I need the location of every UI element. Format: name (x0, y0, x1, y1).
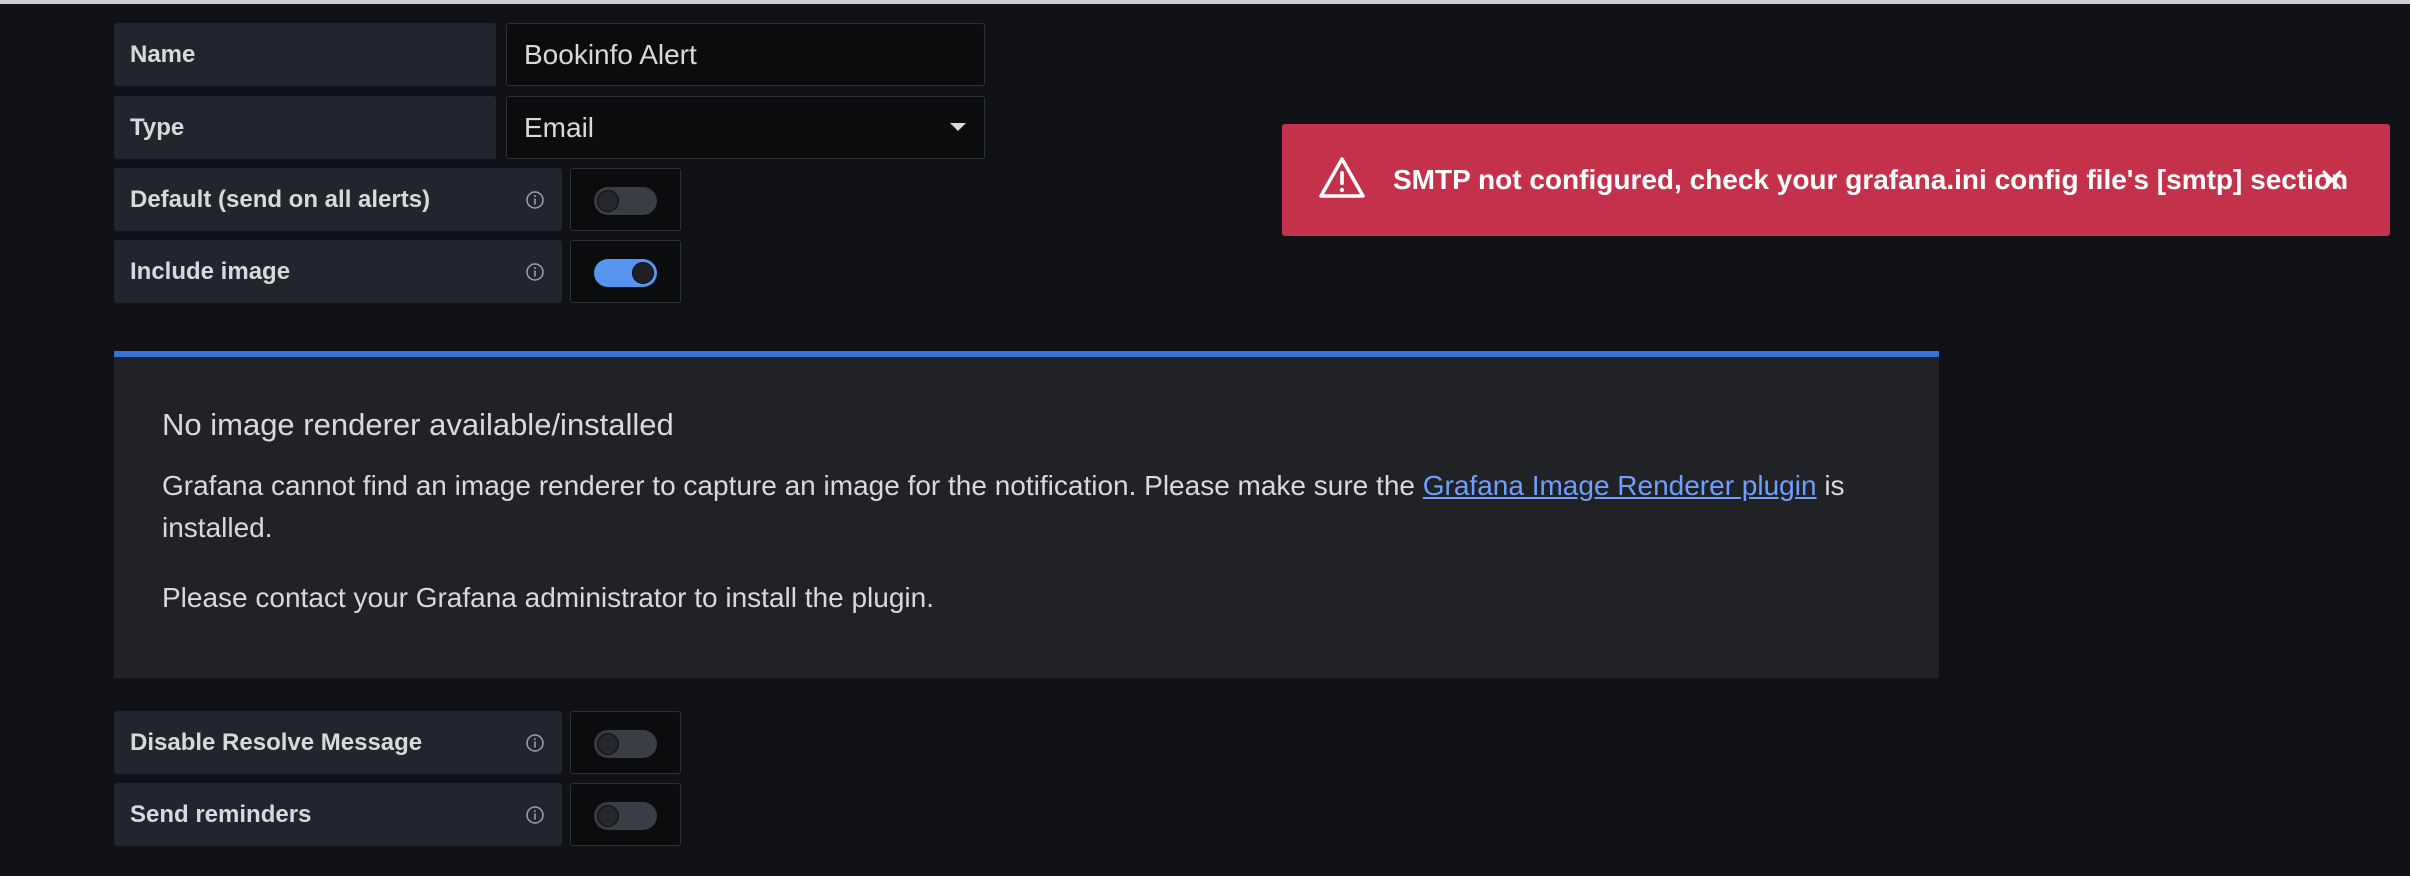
renderer-notice-panel: No image renderer available/installed Gr… (114, 351, 1939, 678)
disable-resolve-label-text: Disable Resolve Message (130, 728, 423, 756)
switch-track (594, 802, 657, 830)
name-input[interactable]: Bookinfo Alert (506, 23, 985, 86)
switch-track (594, 730, 657, 758)
default-alerts-toggle[interactable] (570, 168, 681, 231)
top-border (0, 0, 2410, 4)
switch-track (594, 259, 657, 287)
info-icon[interactable] (525, 190, 545, 210)
send-reminders-row: Send reminders (114, 783, 681, 846)
include-image-toggle[interactable] (570, 240, 681, 303)
include-image-label: Include image (114, 240, 562, 303)
send-reminders-label: Send reminders (114, 783, 562, 846)
type-row: Type Email (114, 96, 985, 159)
type-select[interactable]: Email (506, 96, 985, 159)
name-row: Name Bookinfo Alert (114, 23, 985, 86)
include-image-row: Include image (114, 240, 681, 303)
switch-knob (597, 805, 619, 827)
default-alerts-label: Default (send on all alerts) (114, 168, 562, 231)
info-icon[interactable] (525, 262, 545, 282)
disable-resolve-row: Disable Resolve Message (114, 711, 681, 774)
renderer-notice-title: No image renderer available/installed (162, 407, 674, 442)
close-icon[interactable] (2318, 166, 2346, 194)
include-image-label-text: Include image (130, 257, 291, 285)
default-alerts-row: Default (send on all alerts) (114, 168, 681, 231)
renderer-notice-contact: Please contact your Grafana administrato… (162, 582, 934, 613)
info-icon[interactable] (525, 733, 545, 753)
send-reminders-toggle[interactable] (570, 783, 681, 846)
switch-track (594, 187, 657, 215)
renderer-notice-text-before: Grafana cannot find an image renderer to… (162, 470, 1423, 501)
default-alerts-label-text: Default (send on all alerts) (130, 185, 431, 213)
name-label: Name (114, 23, 496, 86)
info-icon[interactable] (525, 805, 545, 825)
image-renderer-plugin-link[interactable]: Grafana Image Renderer plugin (1423, 470, 1817, 501)
error-toast: SMTP not configured, check your grafana.… (1282, 124, 2390, 236)
warning-icon (1319, 157, 1365, 198)
toast-message: SMTP not configured, check your grafana.… (1393, 164, 2349, 195)
type-label: Type (114, 96, 496, 159)
renderer-notice-text: Grafana cannot find an image renderer to… (162, 465, 1892, 549)
chevron-down-icon (950, 123, 966, 131)
send-reminders-label-text: Send reminders (130, 800, 312, 828)
disable-resolve-label: Disable Resolve Message (114, 711, 562, 774)
type-select-value: Email (524, 111, 595, 143)
switch-knob (632, 262, 654, 284)
switch-knob (597, 190, 619, 212)
disable-resolve-toggle[interactable] (570, 711, 681, 774)
switch-knob (597, 733, 619, 755)
